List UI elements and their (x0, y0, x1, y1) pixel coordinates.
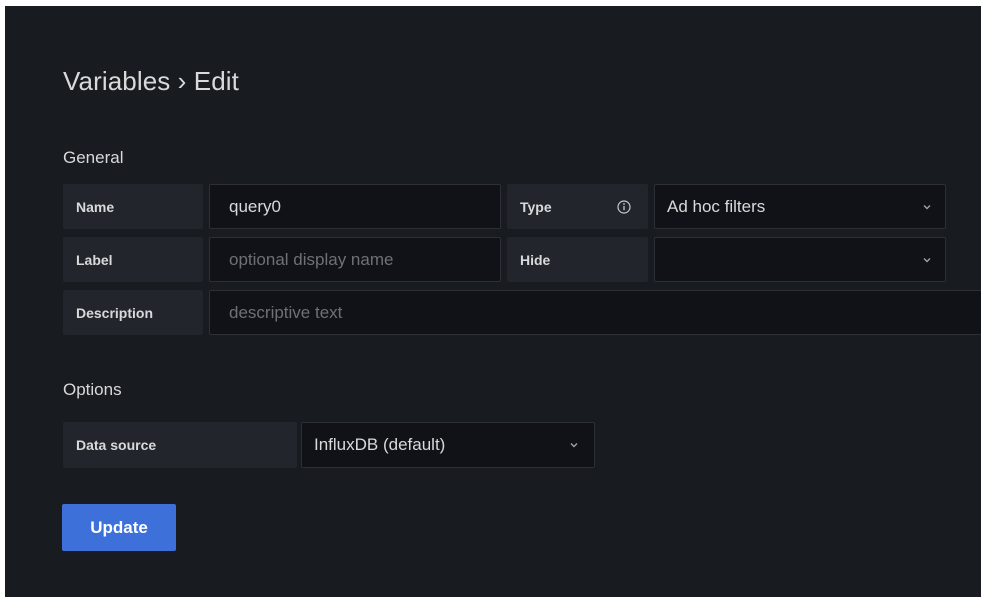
data-source-label: Data source (63, 422, 297, 468)
hide-label: Hide (507, 237, 648, 282)
type-select[interactable]: Ad hoc filters (654, 184, 946, 229)
variable-editor: Variables › Edit General Name query0 Typ… (5, 6, 981, 597)
data-source-select-value: InfluxDB (default) (314, 435, 446, 454)
type-label: Type (507, 184, 648, 229)
description-label-text: Description (76, 304, 154, 321)
description-input[interactable]: descriptive text (209, 290, 981, 335)
chevron-down-icon (570, 443, 578, 448)
name-input-value: query0 (229, 196, 281, 216)
label-input-placeholder: optional display name (229, 249, 394, 269)
type-label-text: Type (520, 198, 552, 215)
description-label: Description (63, 290, 203, 335)
label-label: Label (63, 237, 203, 282)
chevron-down-icon (923, 204, 931, 209)
hide-select[interactable] (654, 237, 946, 282)
label-label-text: Label (76, 251, 113, 268)
page-title: Variables › Edit (63, 66, 239, 96)
info-circle-icon[interactable] (617, 199, 631, 214)
data-source-select[interactable]: InfluxDB (default) (301, 422, 595, 468)
type-select-value: Ad hoc filters (667, 196, 766, 216)
general-section-heading: General (63, 148, 124, 167)
chevron-down-icon (923, 257, 931, 262)
name-label-text: Name (76, 198, 115, 215)
label-input[interactable]: optional display name (209, 237, 501, 282)
name-label: Name (63, 184, 203, 229)
name-input[interactable]: query0 (209, 184, 501, 229)
data-source-label-text: Data source (76, 437, 157, 453)
options-section-heading: Options (63, 380, 122, 399)
description-input-placeholder: descriptive text (229, 302, 343, 322)
hide-label-text: Hide (520, 251, 551, 268)
update-button[interactable]: Update (62, 504, 176, 551)
